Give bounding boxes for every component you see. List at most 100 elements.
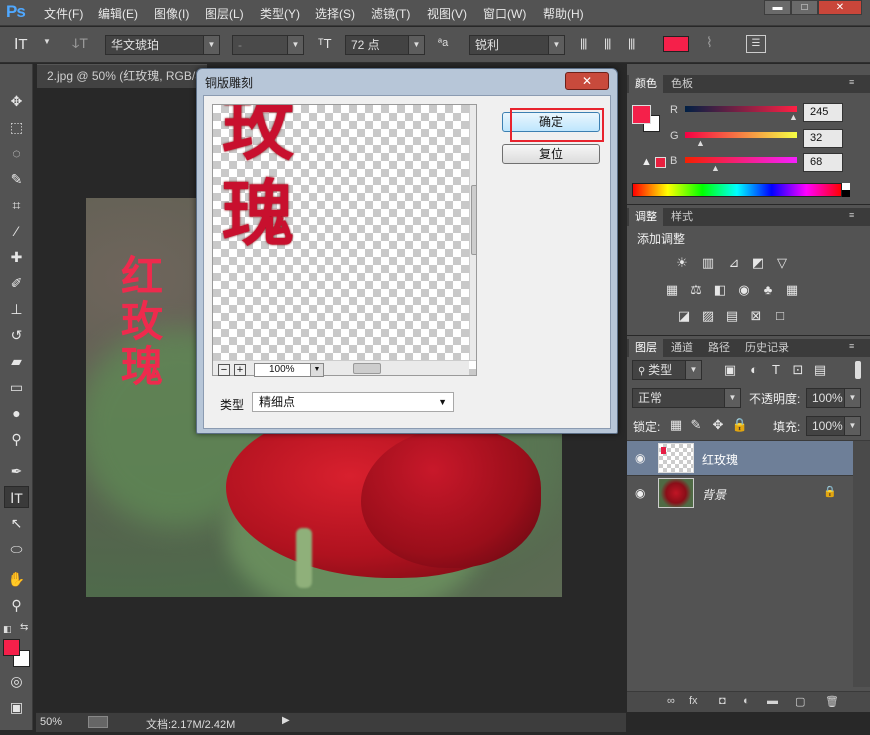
tab-swatches[interactable]: 色板 xyxy=(665,75,699,93)
channel-mixer-icon[interactable]: ♣ xyxy=(759,281,777,298)
new-adjustment-icon[interactable]: ◐ xyxy=(743,695,750,707)
channel-b-slider[interactable] xyxy=(685,157,797,163)
posterize-icon[interactable]: ▨ xyxy=(699,307,717,324)
quick-select-tool-icon[interactable]: ✎ xyxy=(4,168,29,190)
panel-menu-icon[interactable]: ≡ xyxy=(849,77,854,87)
channel-r-input[interactable]: 245 xyxy=(803,103,843,122)
text-orientation-icon[interactable]: ↆT xyxy=(72,35,88,52)
fx-icon[interactable]: fx xyxy=(689,695,698,707)
reset-button[interactable]: 复位 xyxy=(502,144,600,164)
visibility-eye-icon[interactable]: ◉ xyxy=(635,486,645,500)
clone-stamp-icon[interactable]: ⊥ xyxy=(4,298,29,320)
restore-button[interactable]: □ xyxy=(791,0,818,15)
character-panel-icon[interactable]: ☰ xyxy=(746,35,766,53)
layer-name[interactable]: 背景 xyxy=(702,486,726,503)
layers-scrollbar[interactable] xyxy=(853,441,870,687)
lasso-tool-icon[interactable]: ◌ xyxy=(4,142,29,164)
opacity-input[interactable]: 100% ▼ xyxy=(806,388,861,408)
font-family-select[interactable]: 华文琥珀 ▼ xyxy=(105,35,220,55)
document-tab[interactable]: 2.jpg @ 50% (红玫瑰, RGB/8) xyxy=(37,64,207,88)
layer-row-background[interactable]: ◉ 背景 🔒 xyxy=(627,476,853,510)
warp-text-icon[interactable]: ⌇ xyxy=(706,34,713,51)
curves-icon[interactable]: ⊿ xyxy=(725,254,743,271)
threshold-icon[interactable]: ▤ xyxy=(723,307,741,324)
visibility-eye-icon[interactable]: ◉ xyxy=(635,451,645,465)
menu-filter[interactable]: 滤镜(T) xyxy=(371,5,410,22)
r-slider-handle-icon[interactable]: ▲ xyxy=(789,112,798,122)
tab-layers[interactable]: 图层 xyxy=(629,339,663,357)
blend-mode-select[interactable]: 正常 ▼ xyxy=(632,388,741,408)
tab-styles[interactable]: 样式 xyxy=(665,208,699,226)
dodge-tool-icon[interactable]: ⚲ xyxy=(4,428,29,450)
align-left-icon[interactable]: ||| xyxy=(580,36,587,50)
layer-row-red-rose[interactable]: ◉ 红玫瑰 xyxy=(627,441,853,475)
hand-tool-icon[interactable]: ✋ xyxy=(4,568,29,590)
status-menu-arrow-icon[interactable]: ▶ xyxy=(282,715,290,726)
menu-help[interactable]: 帮助(H) xyxy=(543,5,584,22)
lock-paint-icon[interactable]: ✎ xyxy=(687,416,705,433)
fill-input[interactable]: 100% ▼ xyxy=(806,416,861,436)
new-layer-icon[interactable]: ▢ xyxy=(795,695,805,708)
zoom-in-button[interactable]: + xyxy=(234,364,246,376)
delete-layer-icon[interactable]: 🗑 xyxy=(825,695,839,708)
preview-pane[interactable]: 玫 瑰 xyxy=(212,104,477,376)
tab-color[interactable]: 颜色 xyxy=(629,75,663,93)
menu-image[interactable]: 图像(I) xyxy=(154,5,189,22)
path-select-icon[interactable]: ↖ xyxy=(4,512,29,534)
type-tool-icon[interactable]: ⅠT xyxy=(14,35,28,53)
filter-toggle[interactable] xyxy=(855,361,861,379)
align-center-icon[interactable]: ||| xyxy=(604,36,611,50)
default-colors-icon[interactable]: ◧ xyxy=(3,624,12,635)
new-group-icon[interactable]: ▬ xyxy=(767,695,778,707)
dialog-close-button[interactable]: ✕ xyxy=(565,72,609,90)
zoom-out-button[interactable]: − xyxy=(218,364,230,376)
g-slider-handle-icon[interactable]: ▲ xyxy=(696,138,705,148)
layer-name[interactable]: 红玫瑰 xyxy=(702,451,738,468)
brush-tool-icon[interactable]: ✐ xyxy=(4,272,29,294)
preview-zoom-select[interactable]: 100% ▼ xyxy=(254,363,324,377)
filter-pixel-icon[interactable]: ▣ xyxy=(721,361,739,378)
pen-tool-icon[interactable]: ✒ xyxy=(4,460,29,482)
black-white-icon[interactable]: ◧ xyxy=(711,281,729,298)
gamut-warning-icon[interactable]: ▲ xyxy=(641,156,652,168)
channel-g-input[interactable]: 32 xyxy=(803,129,843,148)
eraser-tool-icon[interactable]: ▰ xyxy=(4,350,29,372)
gradient-tool-icon[interactable]: ▭ xyxy=(4,376,29,398)
move-tool-icon[interactable]: ✥ xyxy=(4,90,29,112)
history-brush-icon[interactable]: ↺ xyxy=(4,324,29,346)
vibrance-icon[interactable]: ▽ xyxy=(773,254,791,271)
link-layers-icon[interactable]: ∞ xyxy=(667,695,675,707)
invert-icon[interactable]: ◪ xyxy=(675,307,693,324)
adjust-panel-menu-icon[interactable]: ≡ xyxy=(849,210,854,220)
lock-move-icon[interactable]: ✥ xyxy=(709,416,727,433)
color-spectrum[interactable] xyxy=(632,183,842,197)
eyedropper-tool-icon[interactable]: ⁄ xyxy=(4,220,29,242)
gamut-color-chip[interactable] xyxy=(655,157,666,168)
filter-type-icon[interactable]: T xyxy=(767,361,785,378)
channel-r-slider[interactable] xyxy=(685,106,797,112)
lock-transparent-icon[interactable]: ▦ xyxy=(667,416,685,433)
layer-filter-select[interactable]: ⚲ 类型 ▼ xyxy=(632,360,702,380)
menu-type[interactable]: 类型(Y) xyxy=(260,5,300,22)
foreground-color-swatch[interactable] xyxy=(3,639,20,656)
quick-mask-icon[interactable]: ◎ xyxy=(4,670,29,692)
tool-preset-arrow-icon[interactable]: ▼ xyxy=(43,37,51,46)
minimize-button[interactable]: ▬ xyxy=(764,0,791,15)
menu-select[interactable]: 选择(S) xyxy=(315,5,355,22)
color-balance-icon[interactable]: ⚖ xyxy=(687,281,705,298)
menu-view[interactable]: 视图(V) xyxy=(427,5,467,22)
menu-window[interactable]: 窗口(W) xyxy=(483,5,526,22)
text-color-swatch[interactable] xyxy=(663,36,689,52)
close-window-button[interactable]: ✕ xyxy=(818,0,862,15)
color-lookup-icon[interactable]: ▦ xyxy=(783,281,801,298)
ellipse-tool-icon[interactable]: ⬭ xyxy=(4,538,29,560)
menu-edit[interactable]: 编辑(E) xyxy=(98,5,138,22)
b-slider-handle-icon[interactable]: ▲ xyxy=(711,163,720,173)
type-tool-active-icon[interactable]: ⅠT xyxy=(4,486,29,508)
screen-mode-icon[interactable]: ▣ xyxy=(4,696,29,718)
add-mask-icon[interactable]: ◘ xyxy=(719,695,726,707)
tab-channels[interactable]: 通道 xyxy=(665,339,699,357)
zoom-level[interactable]: 50% xyxy=(40,716,62,728)
gradient-map-icon[interactable]: ⊠ xyxy=(747,307,765,324)
filter-shape-icon[interactable]: ⊡ xyxy=(789,361,807,378)
